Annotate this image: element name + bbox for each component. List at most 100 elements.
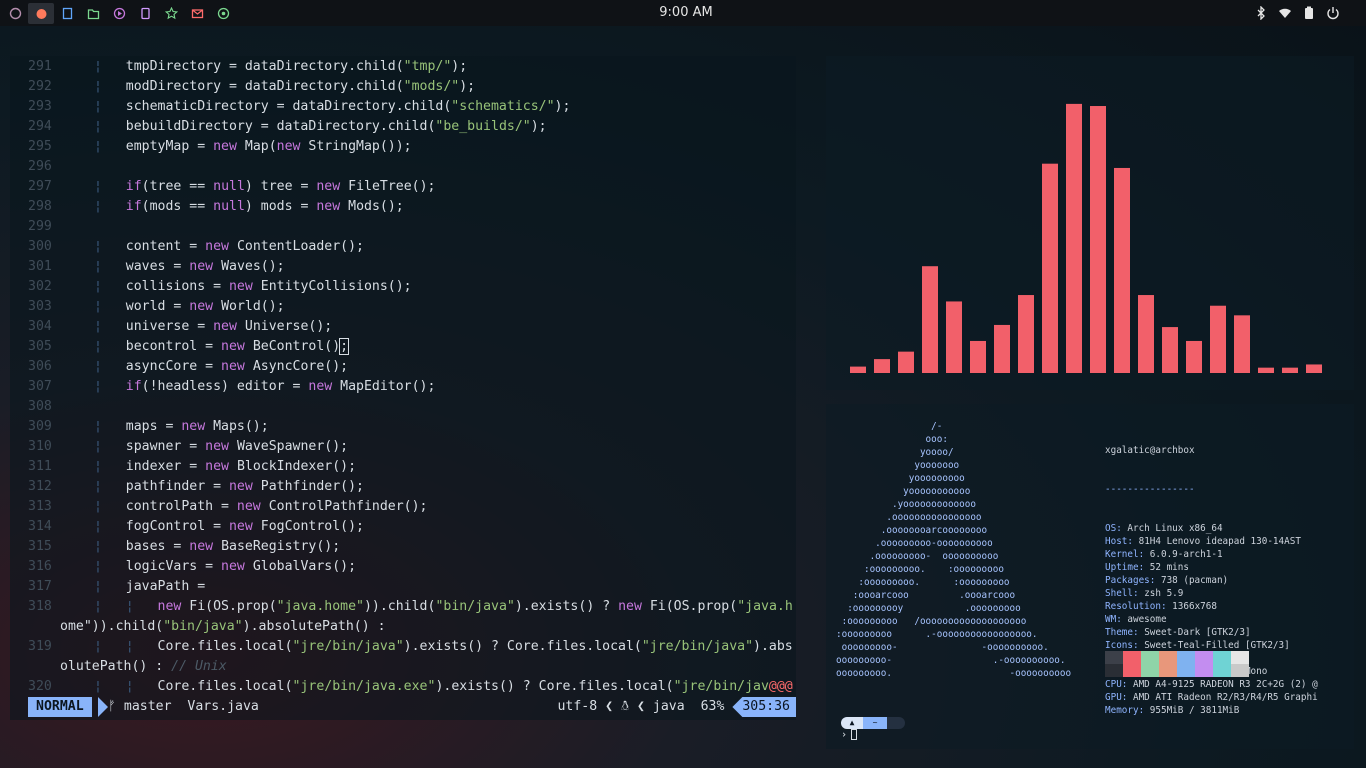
code-line[interactable]: 296: [10, 157, 796, 177]
info-row: GPU: AMD ATI Radeon R2/R3/R4/R5 Graphi: [1105, 691, 1350, 704]
arch-ascii-logo: /- ooo: yoooo/ yooooooo yooooooooo yoooo…: [836, 420, 1096, 680]
code-text: ¦ if(mods == null) mods = new Mods();: [94, 199, 404, 214]
code-line[interactable]: 302 ¦ collisions = new EntityCollisions()…: [10, 277, 796, 297]
wifi-icon[interactable]: [1278, 5, 1292, 24]
code-line[interactable]: 311 ¦ indexer = new BlockIndexer();: [10, 457, 796, 477]
code-text: ¦ collisions = new EntityCollisions();: [94, 279, 412, 294]
palette-swatch: [1195, 651, 1213, 664]
terminal-icon[interactable]: [132, 3, 158, 24]
file-manager-icon[interactable]: [80, 3, 106, 24]
clock[interactable]: 9:00 AM: [640, 5, 732, 20]
code-line[interactable]: 291 ¦ tmpDirectory = dataDirectory.child(…: [10, 57, 796, 77]
chart-bar: [1282, 367, 1298, 373]
info-row: Kernel: 6.0.9-arch1-1: [1105, 548, 1350, 561]
file-name: Vars.java: [187, 699, 259, 714]
ascii-row: yooooooooooo: [836, 486, 971, 497]
mail-icon[interactable]: [184, 3, 210, 24]
code-line[interactable]: 317 ¦ javaPath =: [10, 577, 796, 597]
separator: ----------------: [1105, 484, 1195, 495]
palette-swatch: [1141, 664, 1159, 677]
line-number: 302: [28, 279, 52, 294]
code-line[interactable]: 293 ¦ schematicDirectory = dataDirectory.…: [10, 97, 796, 117]
code-line[interactable]: 294 ¦ bebuildDirectory = dataDirectory.ch…: [10, 117, 796, 137]
code-line[interactable]: 303 ¦ world = new World();: [10, 297, 796, 317]
line-number: 296: [28, 159, 52, 174]
code-line[interactable]: 319 ¦ ¦ Core.files.local("jre/bin/java").…: [10, 637, 796, 657]
code-line[interactable]: 299: [10, 217, 796, 237]
bluetooth-icon[interactable]: [1254, 5, 1268, 24]
power-icon[interactable]: [1326, 5, 1340, 24]
code-line[interactable]: 301 ¦ waves = new Waves();: [10, 257, 796, 277]
code-line[interactable]: 316 ¦ logicVars = new GlobalVars();: [10, 557, 796, 577]
code-line[interactable]: 300 ¦ content = new ContentLoader();: [10, 237, 796, 257]
favorites-icon[interactable]: [158, 3, 184, 24]
info-value: awesome: [1121, 614, 1167, 625]
code-line[interactable]: 304 ¦ universe = new Universe();: [10, 317, 796, 337]
chart-bar: [922, 266, 938, 373]
code-line[interactable]: 305 ¦ becontrol = new BeControl();: [10, 337, 796, 357]
palette-swatch: [1141, 651, 1159, 664]
line-number: 319: [28, 639, 52, 654]
code-line[interactable]: 297 ¦ if(tree == null) tree = new FileTre…: [10, 177, 796, 197]
code-text: ¦ ¦ new Fi(OS.prop("java.home")).child("…: [94, 599, 793, 614]
code-line[interactable]: 295 ¦ emptyMap = new Map(new StringMap())…: [10, 137, 796, 157]
ascii-row: .oooooooooooooooo: [836, 512, 982, 523]
arch-logo-icon: ▲: [841, 717, 863, 729]
chart-bar: [1210, 305, 1226, 373]
code-line[interactable]: ome")).child("bin/java").absolutePath() …: [10, 617, 796, 637]
firefox-icon[interactable]: [28, 3, 54, 24]
chart-bar: [1114, 167, 1130, 373]
chart-bar: [1090, 106, 1106, 374]
code-line[interactable]: 308: [10, 397, 796, 417]
line-number: 318: [28, 599, 52, 614]
code-text: ¦ tmpDirectory = dataDirectory.child("tm…: [94, 59, 468, 74]
code-line[interactable]: 310 ¦ spawner = new WaveSpawner();: [10, 437, 796, 457]
media-player-icon[interactable]: [106, 3, 132, 24]
code-line[interactable]: 307 ¦ if(!headless) editor = new MapEdito…: [10, 377, 796, 397]
code-line[interactable]: 292 ¦ modDirectory = dataDirectory.child(…: [10, 77, 796, 97]
code-line[interactable]: 313 ¦ controlPath = new ControlPathfinder…: [10, 497, 796, 517]
info-row: Packages: 738 (pacman): [1105, 574, 1350, 587]
battery-icon[interactable]: [1302, 5, 1316, 24]
encoding: utf-8: [557, 699, 598, 714]
ascii-row: .oooooooarcoooooooo: [836, 525, 988, 536]
code-line[interactable]: 309 ¦ maps = new Maps();: [10, 417, 796, 437]
info-key: WM:: [1105, 614, 1122, 625]
filetype: java: [652, 699, 685, 714]
chart-bar: [1186, 340, 1202, 373]
palette-swatch: [1159, 651, 1177, 664]
info-value: 738 (pacman): [1155, 575, 1229, 586]
terminal-window[interactable]: /- ooo: yoooo/ yooooooo yooooooooo yoooo…: [826, 404, 1354, 749]
code-line[interactable]: 320 ¦ ¦ Core.files.local("jre/bin/java.ex…: [10, 677, 796, 697]
chart-bar: [850, 366, 866, 373]
system-icon[interactable]: [210, 3, 236, 24]
code-line[interactable]: 312 ¦ pathfinder = new Pathfinder();: [10, 477, 796, 497]
code-line[interactable]: 318 ¦ ¦ new Fi(OS.prop("java.home")).chil…: [10, 597, 796, 617]
shell-input[interactable]: ›: [841, 729, 858, 742]
info-key: OS:: [1105, 523, 1122, 534]
palette-swatch: [1213, 664, 1231, 677]
awesome-logo-icon[interactable]: [2, 3, 28, 24]
cursor-position: 305:36: [732, 697, 796, 717]
text-editor-icon[interactable]: [54, 3, 80, 24]
code-line[interactable]: 314 ¦ fogControl = new FogControl();: [10, 517, 796, 537]
line-number: 300: [28, 239, 52, 254]
info-value: AMD A4-9125 RADEON R3 2C+2G (2) @: [1127, 679, 1318, 690]
code-line[interactable]: olutePath() : // Unix: [10, 657, 796, 677]
code-text: ¦ bebuildDirectory = dataDirectory.child…: [94, 119, 547, 134]
line-number: 303: [28, 299, 52, 314]
info-value: Sweet-Teal-Filled [GTK2/3]: [1138, 640, 1290, 651]
line-number: 309: [28, 419, 52, 434]
code-line[interactable]: 315 ¦ bases = new BaseRegistry();: [10, 537, 796, 557]
ascii-row: yooooooo: [836, 460, 960, 471]
code-line[interactable]: 306 ¦ asyncCore = new AsyncCore();: [10, 357, 796, 377]
code-line[interactable]: 298 ¦ if(mods == null) mods = new Mods();: [10, 197, 796, 217]
palette-swatch: [1231, 651, 1249, 664]
info-row: Shell: zsh 5.9: [1105, 587, 1350, 600]
info-key: CPU:: [1105, 679, 1128, 690]
code-editor[interactable]: 291 ¦ tmpDirectory = dataDirectory.child(…: [10, 56, 796, 720]
system-info: xgalatic@archbox ---------------- OS: Ar…: [1105, 418, 1350, 743]
ascii-row: ooooooooo. -oooooooooo: [836, 668, 1072, 679]
info-value: AMD ATI Radeon R2/R3/R4/R5 Graphi: [1127, 692, 1318, 703]
code-text: ¦ waves = new Waves();: [94, 259, 285, 274]
